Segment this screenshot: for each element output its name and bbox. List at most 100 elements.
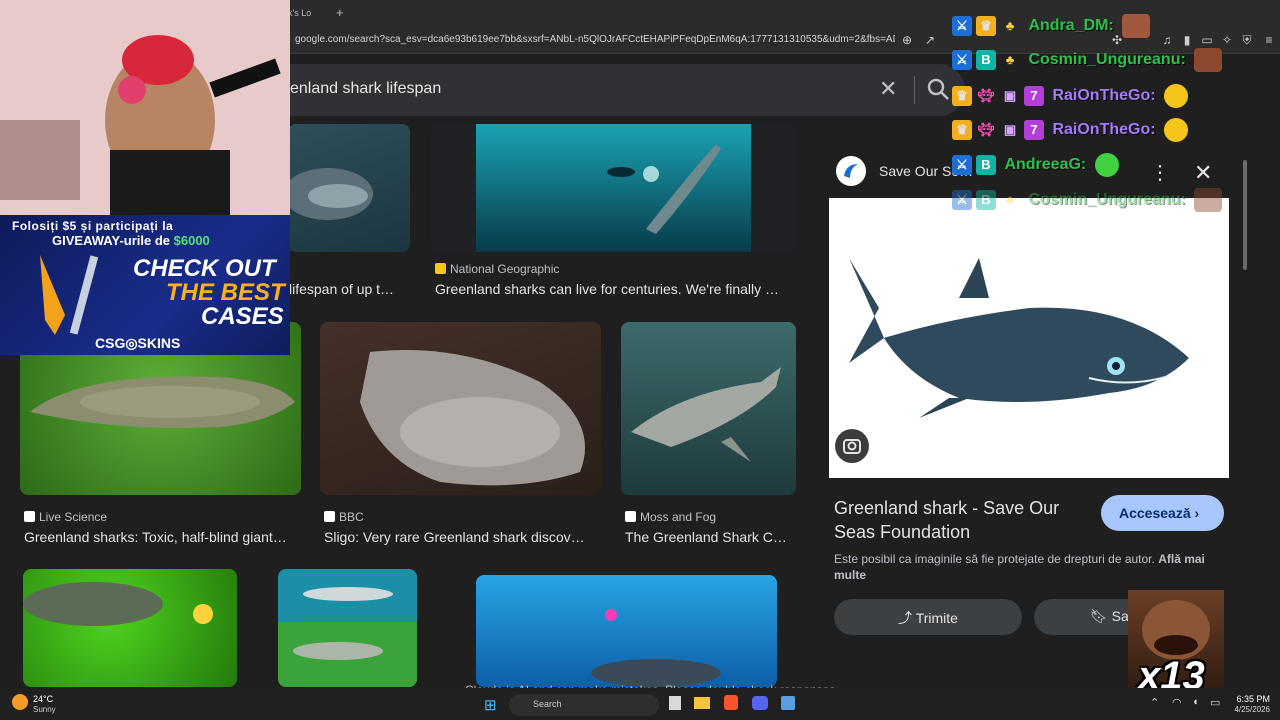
chat-username: RaiOnTheGo: xyxy=(1052,121,1156,138)
result-image[interactable] xyxy=(431,124,796,252)
emote-icon xyxy=(1094,153,1119,177)
calculator-icon[interactable] xyxy=(781,696,795,710)
chat-message: ⚔ B ♣ Cosmin_Ungureanu: xyxy=(952,188,1223,214)
gift-icon: ▣ xyxy=(1003,122,1017,137)
badge-icon: ⚔ xyxy=(952,50,972,70)
emote-icon xyxy=(1194,188,1223,212)
vpn-icon[interactable]: ⛨ xyxy=(1240,33,1254,48)
panel-title[interactable]: Greenland shark - Save Our Seas Foundati… xyxy=(834,496,1084,544)
webcam-overlay xyxy=(0,0,290,220)
lens-search-icon[interactable] xyxy=(835,429,869,463)
leo-icon[interactable]: ✧ xyxy=(1220,33,1234,47)
badge-icon: ⚔ xyxy=(952,155,972,175)
result-title[interactable]: Greenland sharks: Toxic, half-blind gian… xyxy=(24,529,299,545)
chat-message: ⚔ B ♣ Cosmin_Ungureanu: xyxy=(952,48,1223,74)
bg-badge-icon: B xyxy=(976,50,996,70)
crown-icon: ♛ xyxy=(976,16,996,36)
laugh-emote-icon xyxy=(1164,84,1189,108)
discord-icon[interactable] xyxy=(752,696,768,710)
result-title[interactable]: Greenland sharks can live for centuries.… xyxy=(435,281,795,297)
chevron-right-icon: › xyxy=(1194,505,1200,521)
clear-search-icon[interactable]: ✕ xyxy=(879,76,897,102)
knife-icon xyxy=(40,255,99,335)
chat-message: ♛ 👾︎ ▣ 7 RaiOnTheGo: xyxy=(952,118,1189,144)
music-icon[interactable]: ♫ xyxy=(1160,33,1174,47)
share-button[interactable]: ⤴ Trimite xyxy=(834,599,1022,635)
sub-icon: ♣ xyxy=(1005,192,1015,207)
favicon-icon xyxy=(435,263,446,274)
result-image[interactable] xyxy=(288,124,410,252)
result-title[interactable]: lifespan of up t… xyxy=(289,281,401,297)
visit-button[interactable]: Accesează › xyxy=(1101,495,1224,531)
emote-icon xyxy=(1122,14,1151,38)
invader-icon: 👾︎ xyxy=(977,88,995,103)
emote-icon xyxy=(1194,48,1223,72)
badge-icon: ⚔ xyxy=(952,16,972,36)
tray-chevron-icon[interactable]: ⌃ xyxy=(1150,696,1159,709)
url-field[interactable]: google.com/search?sca_esv=dca6e93b619ee7… xyxy=(295,34,895,45)
more-options-icon[interactable]: ⋮ xyxy=(1150,160,1170,185)
sub-icon: ♣ xyxy=(1005,52,1015,67)
chat-message: ⚔ B AndreeaG: xyxy=(952,153,1119,179)
crown-icon: ♛ xyxy=(952,86,972,106)
laugh-emote-icon xyxy=(1164,118,1189,142)
chat-username: AndreeaG: xyxy=(1004,156,1087,173)
favicon-icon xyxy=(625,511,636,522)
bg-badge-icon: B xyxy=(976,190,996,210)
zoom-icon[interactable]: ⊕ xyxy=(900,33,914,47)
weather-desc[interactable]: Sunny xyxy=(33,705,56,714)
sidebar-icon[interactable]: ▮ xyxy=(1180,33,1194,47)
result-image[interactable] xyxy=(23,569,237,687)
wallet-icon[interactable]: ▭ xyxy=(1200,33,1214,47)
volume-icon[interactable]: ◖ xyxy=(1192,696,1199,708)
result-source[interactable]: BBC xyxy=(324,510,364,524)
bg-badge-icon: B xyxy=(976,155,996,175)
gift-icon: ▣ xyxy=(1003,88,1017,103)
sponsor-banner: Folosiți $5 și participați la GIVEAWAY-u… xyxy=(0,215,290,355)
taskbar-search[interactable]: Search xyxy=(509,694,659,716)
clock-date[interactable]: 4/25/2026 xyxy=(1222,705,1270,714)
search-input[interactable]: enland shark lifespan xyxy=(290,80,441,98)
chat-username: Andra_DM: xyxy=(1028,17,1114,34)
wifi-icon[interactable]: ◠ xyxy=(1172,696,1182,709)
badge-icon: ⚔ xyxy=(952,190,972,210)
result-source[interactable]: Live Science xyxy=(24,510,107,524)
invader-icon: 👾︎ xyxy=(977,122,995,137)
bookmark-icon: 🔖︎ xyxy=(1090,608,1108,624)
start-icon[interactable]: ⊞ xyxy=(484,696,497,714)
new-tab-button[interactable]: + xyxy=(336,5,344,20)
crown-icon: ♛ xyxy=(952,120,972,140)
scrollbar-thumb[interactable] xyxy=(1243,160,1247,270)
preview-image[interactable] xyxy=(829,198,1229,478)
chat-message: ♛ 👾︎ ▣ 7 RaiOnTheGo: xyxy=(952,84,1189,110)
chat-username: RaiOnTheGo: xyxy=(1052,87,1156,104)
result-image[interactable] xyxy=(621,322,796,495)
chat-username: Cosmin_Ungureanu: xyxy=(1028,51,1186,68)
file-explorer-icon[interactable] xyxy=(694,697,710,709)
favicon-icon xyxy=(24,511,35,522)
close-icon[interactable]: ✕ xyxy=(1194,160,1212,186)
share-icon[interactable]: ↗ xyxy=(923,33,937,47)
result-source[interactable]: Moss and Fog xyxy=(625,510,716,524)
promo-line1: Folosiți $5 și participați la xyxy=(12,219,174,233)
promo-cta: CASES xyxy=(201,303,284,330)
weather-icon[interactable] xyxy=(12,694,28,710)
chat-message: ⚔ ♛ ♣ Andra_DM: xyxy=(952,14,1151,40)
task-view-icon[interactable] xyxy=(669,696,681,710)
result-image[interactable] xyxy=(320,322,601,495)
clock-time[interactable]: 6:35 PM xyxy=(1230,694,1270,704)
result-title[interactable]: The Greenland Shark C… xyxy=(625,529,795,545)
result-title[interactable]: Sligo: Very rare Greenland shark discov… xyxy=(324,529,599,545)
chat-username: Cosmin_Ungureanu: xyxy=(1028,191,1186,208)
brave-icon[interactable] xyxy=(724,695,738,710)
result-image[interactable] xyxy=(278,569,417,687)
result-source[interactable]: National Geographic xyxy=(435,262,559,276)
weather-temp[interactable]: 24°C xyxy=(33,694,53,704)
result-image[interactable] xyxy=(476,575,777,687)
favicon-icon xyxy=(324,511,335,522)
menu-icon[interactable]: ≡ xyxy=(1262,33,1276,47)
search-divider xyxy=(914,76,915,104)
copyright-notice: Este posibil ca imaginile să fie proteja… xyxy=(834,552,1205,582)
search-icon[interactable] xyxy=(925,76,951,102)
battery-icon[interactable]: ▭ xyxy=(1210,696,1220,709)
